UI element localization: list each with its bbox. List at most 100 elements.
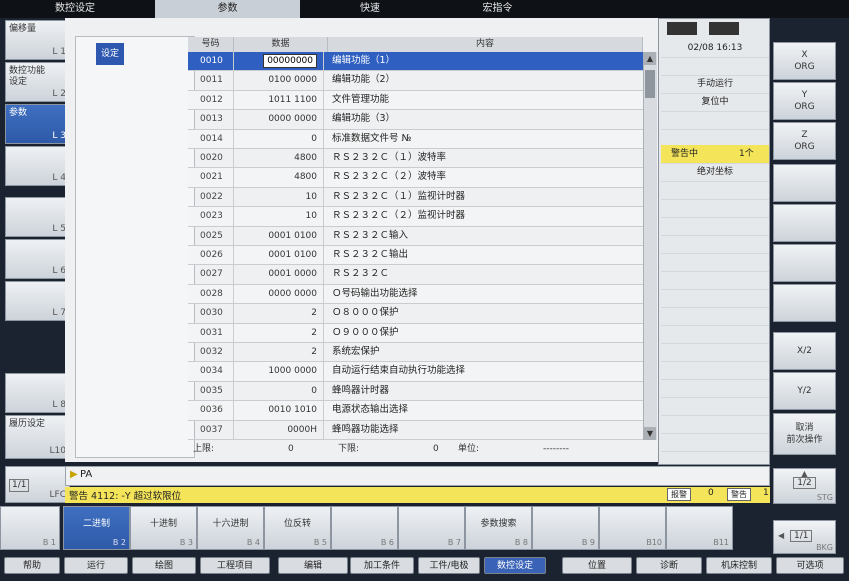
right-key-blank-4[interactable] bbox=[773, 284, 836, 322]
bottom-key-7[interactable]: B 7 bbox=[398, 506, 465, 550]
hardware-key[interactable]: 机床控制 bbox=[706, 557, 772, 574]
left-key-4[interactable]: L 4 bbox=[5, 146, 70, 186]
hardware-key[interactable]: 编辑 bbox=[278, 557, 348, 574]
param-value[interactable]: 2 bbox=[234, 343, 324, 362]
table-row[interactable]: 0027 0001 0000 ＲＳ２３２Ｃ bbox=[188, 265, 643, 285]
hardware-key[interactable]: 诊断 bbox=[636, 557, 702, 574]
left-key-parameter[interactable]: 参数 L 3 bbox=[5, 104, 70, 144]
left-key-6[interactable]: L 6 bbox=[5, 239, 70, 279]
param-value[interactable]: 0010 1010 bbox=[234, 401, 324, 420]
param-value[interactable]: 4800 bbox=[234, 149, 324, 168]
table-row[interactable]: 0032 2 系统宏保护 bbox=[188, 343, 643, 363]
panel-tab-icon[interactable] bbox=[667, 22, 697, 35]
param-value[interactable]: 0100 0000 bbox=[234, 71, 324, 90]
tab-macro[interactable]: 宏指令 bbox=[440, 0, 555, 18]
param-value[interactable]: 1011 1100 bbox=[234, 90, 324, 110]
panel-tab2-icon[interactable] bbox=[709, 22, 739, 35]
hardware-key[interactable]: 工件/电极 bbox=[418, 557, 480, 574]
hardware-key[interactable]: 工程项目 bbox=[200, 557, 270, 574]
z-origin-button[interactable]: Z ORG bbox=[773, 122, 836, 160]
bottom-key-9[interactable]: B 9 bbox=[532, 506, 599, 550]
x-origin-button[interactable]: X ORG bbox=[773, 42, 836, 80]
param-value[interactable]: 4800 bbox=[234, 168, 324, 187]
bottom-key-8[interactable]: 参数搜索 B 8 bbox=[465, 506, 532, 550]
param-value-edit[interactable]: 00000000 bbox=[263, 54, 317, 68]
table-row[interactable]: 0012 1011 1100 文件管理功能 bbox=[188, 90, 643, 111]
scroll-up-icon[interactable]: ▲ bbox=[644, 52, 656, 65]
left-key-5[interactable]: L 5 bbox=[5, 197, 70, 237]
param-value[interactable]: 0000H bbox=[234, 420, 324, 439]
param-value[interactable]: 2 bbox=[234, 304, 324, 323]
table-row[interactable]: 0010 00000000 编辑功能（1） bbox=[188, 52, 643, 72]
tab-nc-setting[interactable]: 数控设定 bbox=[20, 0, 130, 18]
param-value[interactable]: 10 bbox=[234, 207, 324, 226]
table-row[interactable]: 0022 10 ＲＳ２３２Ｃ（１）监视计时器 bbox=[188, 187, 643, 208]
param-value[interactable]: 10 bbox=[234, 187, 324, 207]
param-value[interactable]: 0 bbox=[234, 129, 324, 148]
table-row[interactable]: 0011 0100 0000 编辑功能（2） bbox=[188, 71, 643, 91]
table-row[interactable]: 0036 0010 1010 电源状态输出选择 bbox=[188, 401, 643, 421]
undo-last-button[interactable]: 取消 前次操作 bbox=[773, 413, 836, 455]
x-half-button[interactable]: X/2 bbox=[773, 332, 836, 370]
table-row[interactable]: 0034 1000 0000 自动运行结束自动执行功能选择 bbox=[188, 362, 643, 382]
hardware-key[interactable]: 数控设定 bbox=[484, 557, 546, 574]
table-row[interactable]: 0028 0000 0000 Ｏ号码输出功能选择 bbox=[188, 284, 643, 305]
table-row[interactable]: 0021 4800 ＲＳ２３２Ｃ（２）波特率 bbox=[188, 168, 643, 188]
param-value[interactable]: 2 bbox=[234, 323, 324, 342]
bottom-key-4[interactable]: 十六进制 B 4 bbox=[197, 506, 264, 550]
right-page-key[interactable]: ▲ 1/2 STG bbox=[773, 468, 836, 504]
bottom-key-6[interactable]: B 6 bbox=[331, 506, 398, 550]
bottom-key-3[interactable]: 十进制 B 3 bbox=[130, 506, 197, 550]
table-row[interactable]: 0030 2 Ｏ８０００保护 bbox=[188, 304, 643, 324]
left-key-history-setting[interactable]: 履历设定 L10 bbox=[5, 415, 70, 459]
table-row[interactable]: 0037 0000H 蜂鸣器功能选择 bbox=[188, 420, 643, 440]
y-half-button[interactable]: Y/2 bbox=[773, 372, 836, 410]
hardware-key[interactable]: 加工条件 bbox=[350, 557, 414, 574]
tab-parameter[interactable]: 参数 bbox=[155, 0, 300, 18]
table-row[interactable]: 0023 10 ＲＳ２３２Ｃ（２）监视计时器 bbox=[188, 207, 643, 227]
background-page-key[interactable]: ◀ 1/1 BKG bbox=[773, 520, 836, 554]
right-key-blank-3[interactable] bbox=[773, 244, 836, 282]
param-value[interactable]: 0001 0000 bbox=[234, 265, 324, 284]
y-origin-button[interactable]: Y ORG bbox=[773, 82, 836, 120]
table-row[interactable]: 0025 0001 0100 ＲＳ２３２Ｃ输入 bbox=[188, 226, 643, 246]
scroll-down-icon[interactable]: ▼ bbox=[644, 427, 656, 440]
right-key-blank-2[interactable] bbox=[773, 204, 836, 242]
col-header-data[interactable]: 数据 bbox=[234, 37, 328, 52]
left-key-offset[interactable]: 偏移量 L 1 bbox=[5, 20, 70, 60]
param-value[interactable]: 0 bbox=[234, 381, 324, 401]
table-row[interactable]: 0013 0000 0000 编辑功能（3） bbox=[188, 110, 643, 130]
bottom-key-10[interactable]: B10 bbox=[599, 506, 666, 550]
scroll-thumb[interactable] bbox=[645, 70, 655, 98]
hardware-key[interactable]: 可选项 bbox=[776, 557, 844, 574]
hardware-key[interactable]: 帮助 bbox=[4, 557, 60, 574]
command-line[interactable]: ▶ PA bbox=[65, 466, 770, 486]
tab-quick[interactable]: 快速 bbox=[300, 0, 440, 18]
left-key-7[interactable]: L 7 bbox=[5, 281, 70, 321]
param-value[interactable]: 1000 0000 bbox=[234, 362, 324, 381]
left-key-nc-function[interactable]: 数控功能 设定 L 2 bbox=[5, 62, 70, 102]
col-header-number[interactable]: 号码 bbox=[188, 37, 234, 52]
left-key-page[interactable]: 1/1 LFC bbox=[5, 466, 70, 503]
param-value[interactable]: 0000 0000 bbox=[234, 284, 324, 304]
right-key-blank-1[interactable] bbox=[773, 164, 836, 202]
hardware-key[interactable]: 位置 bbox=[562, 557, 632, 574]
bottom-key-11[interactable]: B11 bbox=[666, 506, 733, 550]
param-value[interactable]: 0001 0100 bbox=[234, 246, 324, 265]
scrollbar[interactable]: ▲ ▼ bbox=[643, 52, 657, 440]
param-value[interactable]: 0000 0000 bbox=[234, 110, 324, 129]
hardware-key[interactable]: 绘图 bbox=[132, 557, 196, 574]
hardware-key[interactable]: 运行 bbox=[64, 557, 128, 574]
table-row[interactable]: 0035 0 蜂鸣器计时器 bbox=[188, 381, 643, 402]
col-header-content[interactable]: 内容 bbox=[328, 37, 643, 52]
param-value[interactable]: 00000000 bbox=[234, 52, 324, 71]
bottom-key-2[interactable]: 二进制 B 2 bbox=[63, 506, 130, 550]
table-row[interactable]: 0031 2 Ｏ９０００保护 bbox=[188, 323, 643, 343]
table-row[interactable]: 0020 4800 ＲＳ２３２Ｃ（１）波特率 bbox=[188, 149, 643, 169]
bottom-key-5[interactable]: 位反转 B 5 bbox=[264, 506, 331, 550]
setting-category-button[interactable]: 设定 bbox=[96, 43, 124, 65]
left-key-8[interactable]: L 8 bbox=[5, 373, 70, 413]
bottom-key-1[interactable]: B 1 bbox=[0, 506, 60, 550]
table-row[interactable]: 0014 0 标准数据文件号 № bbox=[188, 129, 643, 149]
table-row[interactable]: 0026 0001 0100 ＲＳ２３２Ｃ输出 bbox=[188, 246, 643, 266]
